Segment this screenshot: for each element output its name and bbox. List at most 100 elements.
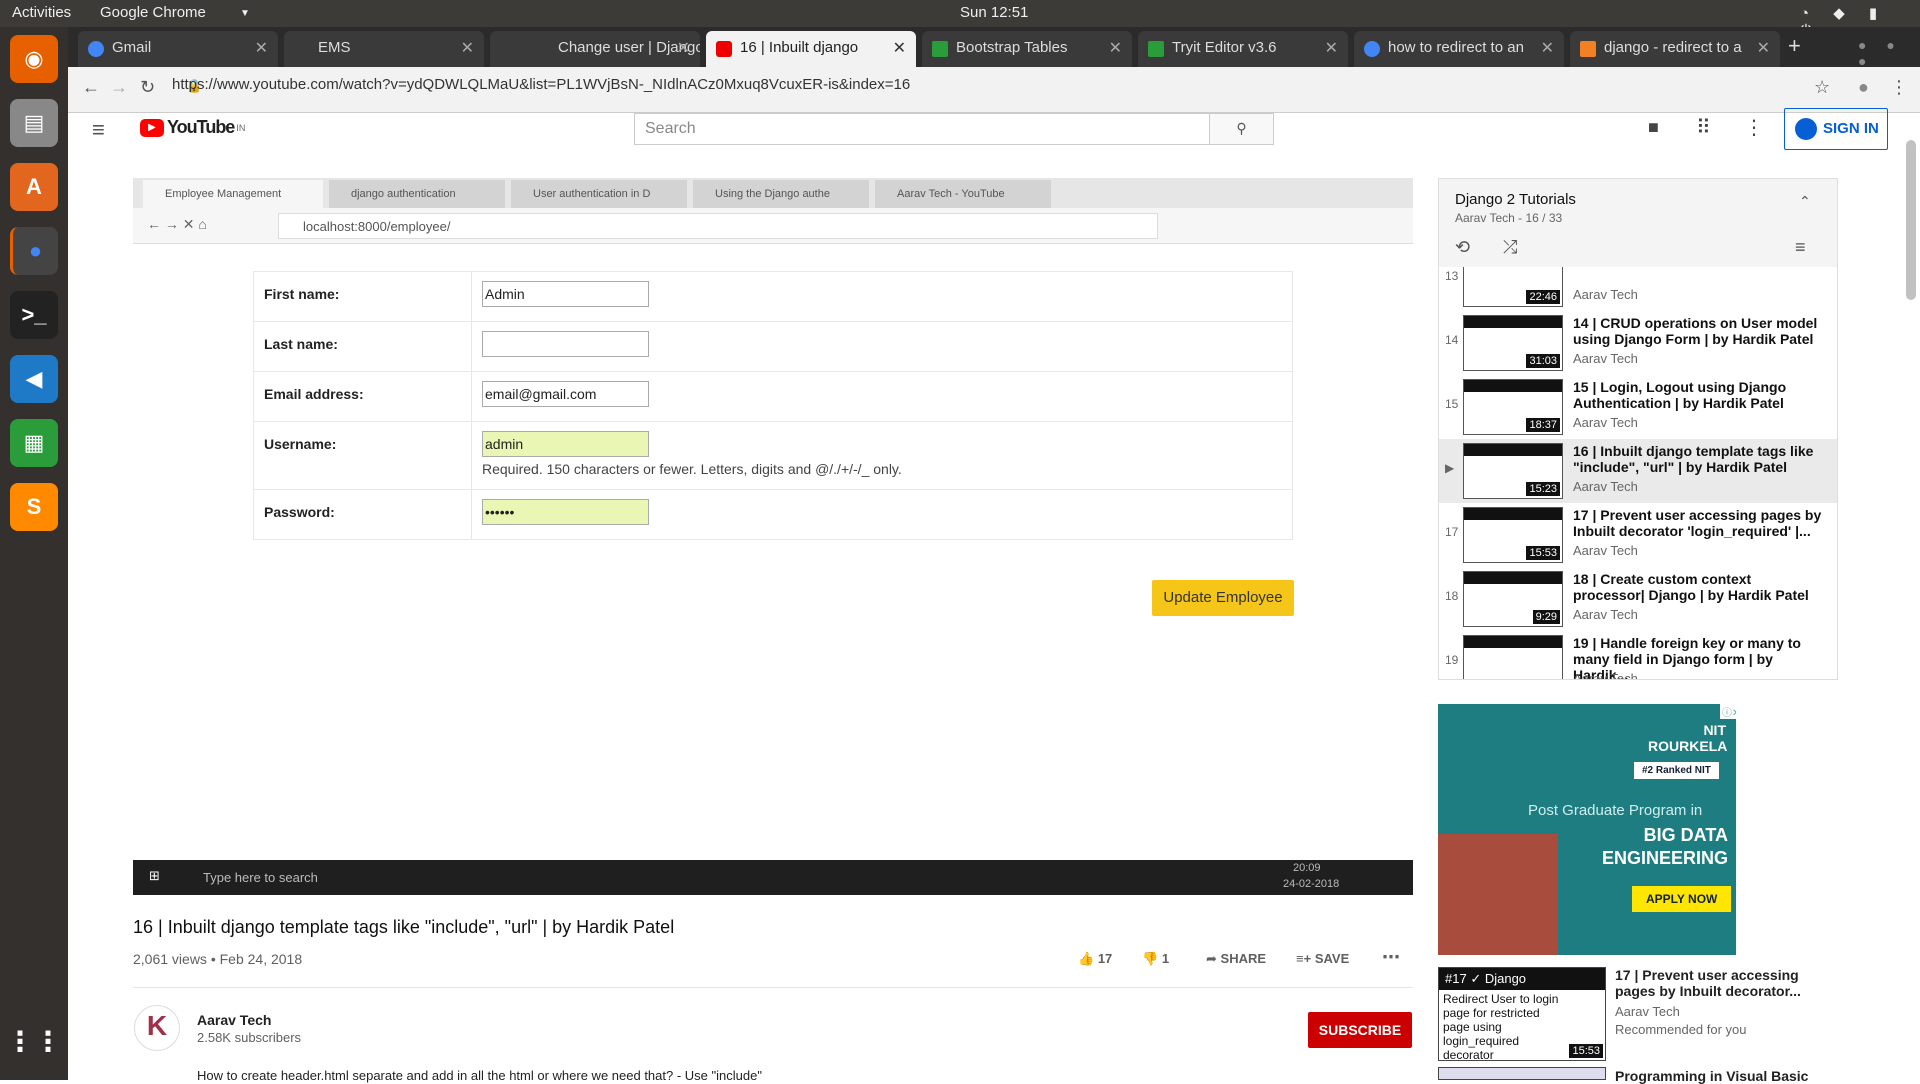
- url-bar[interactable]: https://www.youtube.com/watch?v=ydQDWLQL…: [172, 76, 910, 93]
- playlist-menu-icon[interactable]: ≡: [1795, 237, 1806, 258]
- star-icon[interactable]: ☆: [1814, 77, 1830, 98]
- ad-line2: BIG DATA ENGINEERING: [1601, 825, 1728, 868]
- tab-tryit-editor[interactable]: Tryit Editor v3.6 ✕: [1138, 31, 1348, 67]
- thumbs-up-icon: 👍: [1078, 951, 1095, 966]
- recommended-label: Recommended for you: [1615, 1022, 1747, 1037]
- page-scrollbar[interactable]: [1906, 140, 1916, 300]
- video-tab: Employee Management: [143, 180, 323, 208]
- app-menu[interactable]: Google Chrome: [100, 4, 206, 21]
- playlist-item[interactable]: 15 18:37 15 | Login, Logout using Django A…: [1439, 375, 1837, 439]
- close-icon[interactable]: ✕: [461, 38, 474, 58]
- software-center-icon[interactable]: A: [10, 163, 58, 211]
- shuffle-icon[interactable]: ⤮: [1503, 237, 1517, 258]
- google-icon: [1364, 41, 1380, 57]
- close-icon[interactable]: ✕: [1757, 38, 1770, 58]
- tab-django-redirect[interactable]: django - redirect to a ✕: [1570, 31, 1780, 67]
- playlist-item-channel: Aarav Tech: [1573, 671, 1638, 679]
- terminal-icon[interactable]: >_: [10, 291, 58, 339]
- password-field: ••••••: [482, 499, 649, 525]
- playlist-item[interactable]: 1322:46form | by Hardik PatelAarav Tech: [1439, 267, 1837, 311]
- close-icon[interactable]: ✕: [1541, 38, 1554, 58]
- form-label: Last name:: [253, 321, 472, 372]
- forward-icon[interactable]: →: [110, 77, 128, 98]
- spreadsheet-icon[interactable]: ▦: [10, 419, 58, 467]
- form-label: First name:: [253, 271, 472, 322]
- tab-youtube-active[interactable]: 16 | Inbuilt django ✕: [706, 31, 916, 67]
- firefox-icon[interactable]: ◉: [10, 35, 58, 83]
- channel-name[interactable]: Aarav Tech: [197, 1012, 271, 1028]
- hamburger-icon[interactable]: ≡: [92, 117, 105, 143]
- more-icon[interactable]: ⋯: [1382, 947, 1400, 968]
- recommended-video[interactable]: #17 ✓ Django Redirect User to login page…: [1438, 967, 1838, 1061]
- next-recommended-thumbnail[interactable]: [1438, 1067, 1606, 1080]
- playlist-item[interactable]: 14 31:03 14 | CRUD operations on User mode…: [1439, 311, 1837, 375]
- video-player[interactable]: Employee Management django authenticatio…: [133, 178, 1413, 895]
- ad-brand: NIT ROURKELA: [1648, 722, 1728, 754]
- playlist-title[interactable]: Django 2 Tutorials: [1455, 191, 1576, 208]
- activities-button[interactable]: Activities: [12, 4, 71, 21]
- account-icon: [1795, 118, 1817, 140]
- dislike-button[interactable]: 👎 1: [1142, 951, 1169, 967]
- profile-icon[interactable]: ●: [1858, 77, 1869, 98]
- playlist-item[interactable]: 17 15:53 17 | Prevent user accessing pages…: [1439, 503, 1837, 567]
- files-icon[interactable]: ▤: [10, 99, 58, 147]
- like-button[interactable]: 👍 17: [1078, 951, 1112, 967]
- playlist-thumbnail: 15:23: [1463, 443, 1563, 499]
- playlist-item[interactable]: 18 9:29 18 | Create custom context process…: [1439, 567, 1837, 631]
- search-input[interactable]: Search: [634, 113, 1210, 145]
- playlist-index: ▶: [1445, 461, 1455, 475]
- back-icon[interactable]: ←: [82, 77, 100, 98]
- sublime-icon[interactable]: S: [10, 483, 58, 531]
- search-button[interactable]: ⚲: [1210, 113, 1274, 145]
- collapse-icon[interactable]: ⌃: [1799, 193, 1811, 210]
- youtube-logo[interactable]: ▶ YouTube IN: [140, 117, 245, 138]
- sign-in-button[interactable]: SIGN IN: [1784, 108, 1888, 150]
- apply-now-button[interactable]: APPLY NOW: [1632, 886, 1732, 912]
- create-video-icon[interactable]: ■: [1648, 117, 1659, 138]
- ad-rank-badge: #2 Ranked NIT: [1634, 762, 1719, 779]
- save-button[interactable]: ≡+ SAVE: [1296, 951, 1349, 966]
- video-browser-toolbar: ← → ✕ ⌂ localhost:8000/employee/: [133, 208, 1413, 244]
- new-tab-button[interactable]: +: [1788, 33, 1801, 59]
- apps-grid-icon[interactable]: ⠿: [1696, 115, 1711, 140]
- share-icon: ➦: [1206, 951, 1217, 966]
- app-grid-icon[interactable]: ⋮⋮: [6, 1017, 62, 1065]
- playlist-item[interactable]: 19 19 | Handle foreign key or many to man…: [1439, 631, 1837, 679]
- launcher-dock: ◉ ▤ A ● >_ ◀ ▦ S ⋮⋮: [0, 27, 68, 1080]
- system-top-bar: Activities Google Chrome ▼ Sun 12:51 ◔ ◆…: [0, 0, 1920, 39]
- tab-change-user[interactable]: Change user | Django ✕: [490, 31, 700, 67]
- close-icon[interactable]: ✕: [1325, 38, 1338, 58]
- channel-avatar[interactable]: K: [134, 1005, 180, 1051]
- tab-how-to-redirect[interactable]: how to redirect to an ✕: [1354, 31, 1564, 67]
- form-label: Username:: [253, 421, 472, 490]
- tab-bootstrap-tables[interactable]: Bootstrap Tables ✕: [922, 31, 1132, 67]
- settings-menu-icon[interactable]: ⋮: [1744, 115, 1764, 140]
- play-icon: ▶: [140, 118, 164, 137]
- close-icon[interactable]: ✕: [1109, 38, 1122, 58]
- playlist-thumbnail: 15:53: [1463, 507, 1563, 563]
- next-recommended-title[interactable]: Programming in Visual Basic: [1615, 1068, 1808, 1084]
- tab-ems[interactable]: EMS ✕: [284, 31, 484, 67]
- tab-gmail[interactable]: Gmail ✕: [78, 31, 278, 67]
- reload-icon[interactable]: ↻: [140, 77, 155, 98]
- close-icon[interactable]: ✕: [677, 38, 690, 58]
- playlist-item-title: 16 | Inbuilt django template tags like "…: [1573, 443, 1814, 475]
- ad-close-icon[interactable]: ⓘ✕: [1720, 704, 1736, 719]
- playlist-items: 1322:46form | by Hardik PatelAarav Tech1…: [1439, 267, 1837, 679]
- subscribe-button[interactable]: SUBSCRIBE: [1308, 1012, 1412, 1048]
- vscode-icon[interactable]: ◀: [10, 355, 58, 403]
- clock[interactable]: Sun 12:51: [960, 4, 1028, 21]
- menu-icon[interactable]: ⋮: [1890, 77, 1908, 98]
- chrome-icon[interactable]: ●: [10, 227, 58, 275]
- search-icon: ⚲: [1236, 120, 1247, 136]
- share-button[interactable]: ➦ SHARE: [1206, 951, 1266, 967]
- advertisement[interactable]: NIT ROURKELA #2 Ranked NIT Post Graduate…: [1438, 704, 1736, 955]
- back-icon: ← → ✕ ⌂: [147, 216, 207, 232]
- close-icon[interactable]: ✕: [255, 38, 268, 58]
- recommended-title: 17 | Prevent user accessing pages by Inb…: [1615, 967, 1801, 999]
- loop-icon[interactable]: ⟲: [1455, 237, 1470, 258]
- playlist-item[interactable]: ▶ 15:23 16 | Inbuilt django template tags …: [1439, 439, 1837, 503]
- windows-taskbar: ⊞ Type here to search 20:09 24-02-2018: [133, 860, 1413, 895]
- window-controls[interactable]: ● ● ●: [1858, 37, 1920, 69]
- close-icon[interactable]: ✕: [893, 38, 906, 58]
